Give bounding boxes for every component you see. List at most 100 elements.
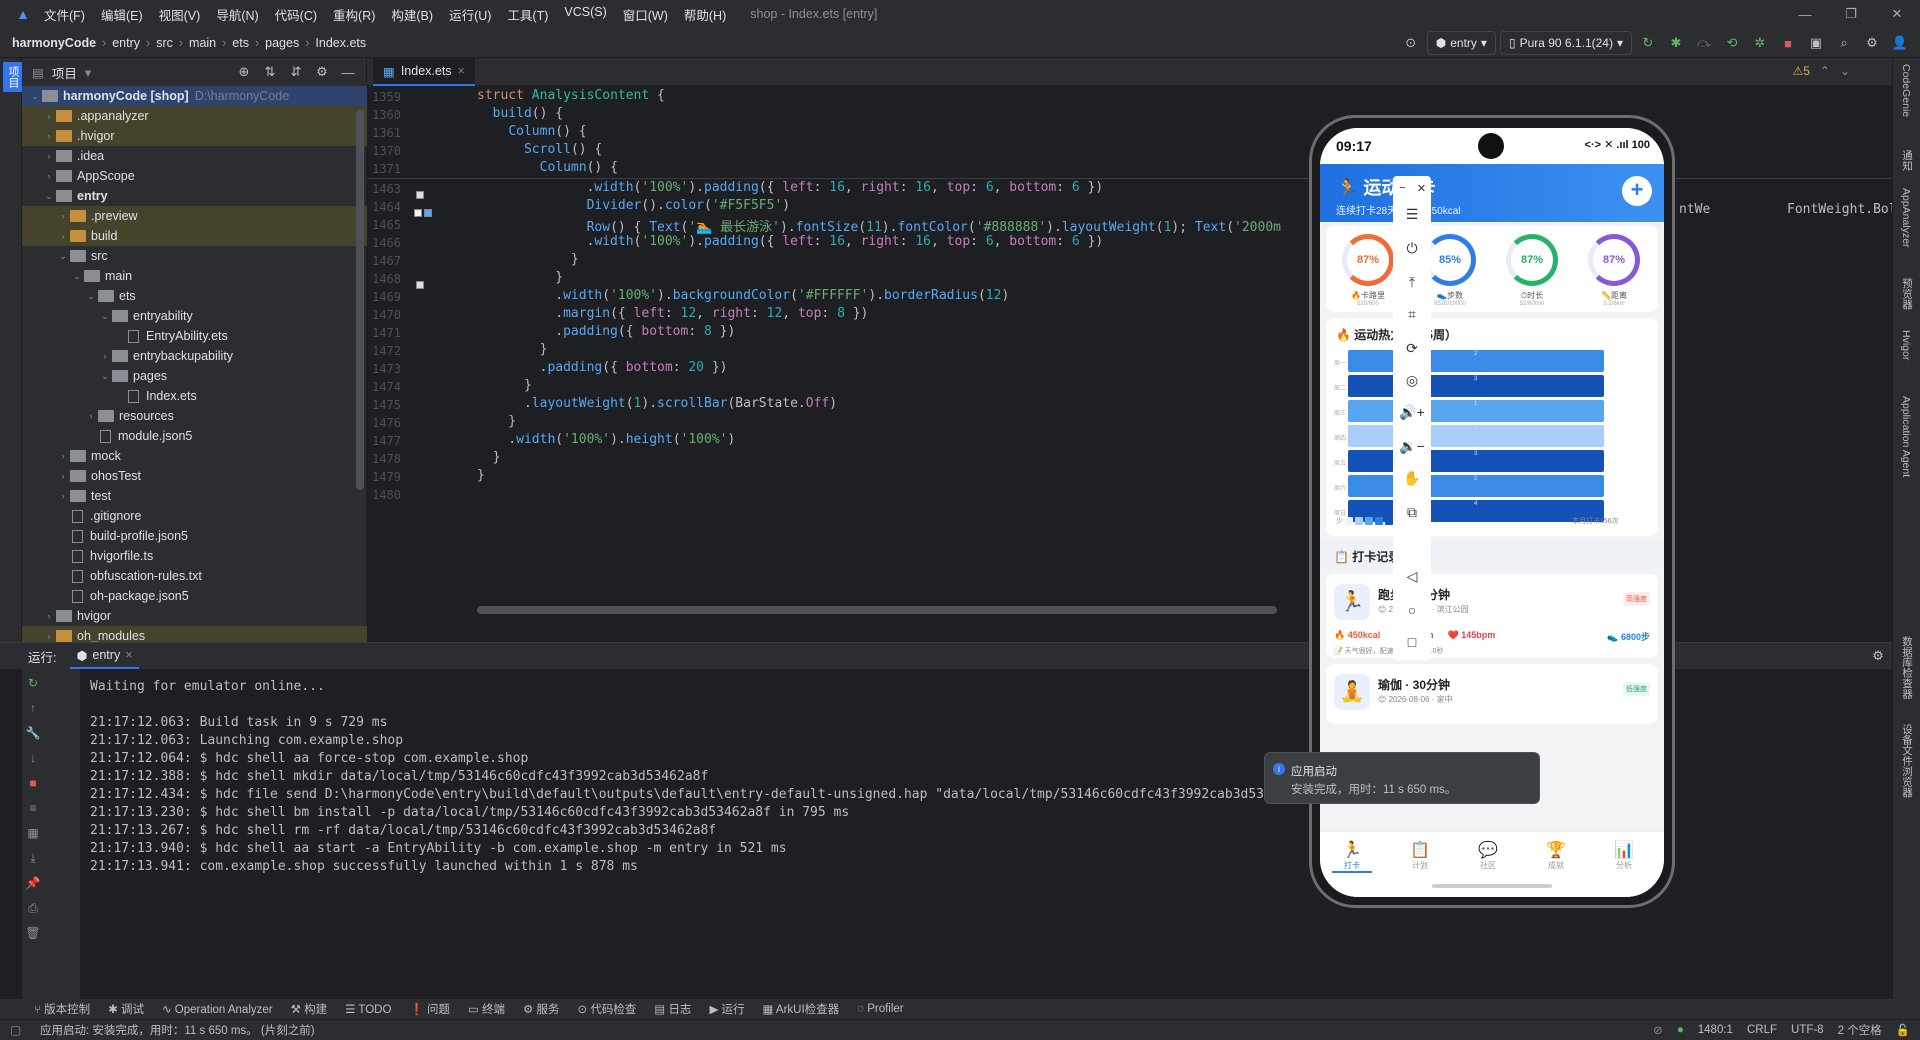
stop-icon[interactable]: ■ — [1776, 31, 1800, 55]
project-scrollbar[interactable] — [356, 110, 364, 490]
chevron-right-icon[interactable]: › — [56, 491, 70, 501]
home-indicator[interactable] — [1432, 884, 1552, 888]
tool-window-7[interactable]: ⚙ 服务 — [523, 1001, 560, 1017]
tool-window-12[interactable]: ◌ Profiler — [857, 1003, 903, 1015]
chevron-down-icon[interactable]: ⌄ — [84, 291, 98, 302]
tree-item[interactable]: › hvigor — [22, 606, 367, 626]
editor-tab-index[interactable]: ▦ Index.ets × — [373, 58, 475, 86]
emulator-tool-3[interactable]: ⏻ — [1393, 240, 1431, 257]
status-message[interactable]: 应用启动: 安装完成，用时：11 s 650 ms。 (片刻之前) — [40, 1022, 315, 1038]
account-icon[interactable]: 👤 — [1888, 31, 1912, 55]
tree-item[interactable]: obfuscation-rules.txt — [22, 566, 367, 586]
chevron-right-icon[interactable]: › — [56, 451, 70, 461]
emulator-tool-10[interactable]: ✋ — [1393, 470, 1431, 487]
tree-item[interactable]: ⌄ pages — [22, 366, 367, 386]
lock-icon[interactable]: ⊘ — [1653, 1023, 1663, 1037]
record-card[interactable]: 🧘 瑜伽 · 30分钟 😊 2026-08-06 · 家中 低强度 — [1326, 664, 1658, 724]
hide-icon[interactable]: — — [336, 60, 360, 84]
tree-item[interactable]: ⌄ entryability — [22, 306, 367, 326]
chevron-down-icon[interactable]: ⌄ — [1840, 64, 1850, 78]
rerun-icon[interactable]: ↻ — [22, 672, 44, 694]
chevron-down-icon[interactable]: ▾ — [85, 65, 91, 80]
tool-window-1[interactable]: ✱ 调试 — [108, 1001, 144, 1017]
tool-window-5[interactable]: ❗ 问题 — [409, 1001, 450, 1017]
code-editor[interactable]: 1359 struct AnalysisContent {1360 build()… — [367, 86, 1920, 642]
close-tab-icon[interactable]: × — [458, 64, 465, 78]
gear-icon[interactable]: ⚙ — [1860, 31, 1884, 55]
emulator-tool-0[interactable]: − — [1393, 182, 1412, 194]
emulator-tool-4[interactable]: ⤒ — [1393, 274, 1431, 291]
tool-device-file-explorer[interactable]: 设备文件浏览器 — [1900, 724, 1915, 798]
tree-item[interactable]: EntryAbility.ets — [22, 326, 367, 346]
menu-item[interactable]: 视图(V) — [151, 5, 209, 24]
editor-horizontal-scrollbar[interactable] — [477, 606, 1277, 614]
chevron-right-icon[interactable]: › — [42, 631, 56, 641]
menu-item[interactable]: 构建(B) — [383, 5, 441, 24]
menu-item[interactable]: 窗口(W) — [615, 5, 676, 24]
run-config-select[interactable]: ⬢ entry ▾ — [1426, 31, 1496, 55]
emulator-tool-9[interactable]: 🔉− — [1393, 438, 1431, 455]
debug-icon[interactable]: ✱ — [1664, 31, 1688, 55]
tree-item[interactable]: › .hvigor — [22, 126, 367, 146]
breadcrumb-item[interactable]: pages — [265, 36, 299, 50]
tree-item[interactable]: ⌄ harmonyCode [shop] D:\harmonyCode — [22, 86, 367, 106]
menu-item[interactable]: VCS(S) — [556, 5, 614, 24]
tool-codegenie[interactable]: CodeGenie — [1900, 64, 1912, 117]
emulator-tool-5[interactable]: ⌗ — [1393, 306, 1431, 323]
tool-window-3[interactable]: ⚒ 构建 — [291, 1001, 328, 1017]
notification-balloon[interactable]: i 应用启动 安装完成，用时：11 s 650 ms。 — [1264, 752, 1540, 804]
apply-changes-icon[interactable]: ⟲ — [1720, 31, 1744, 55]
tree-item[interactable]: › resources — [22, 406, 367, 426]
emulator-tool-2[interactable]: ☰ — [1393, 206, 1431, 223]
menu-item[interactable]: 代码(C) — [267, 5, 325, 24]
tool-window-11[interactable]: ▦ ArkUI检查器 — [762, 1001, 839, 1017]
tool-project[interactable]: 项目 — [3, 62, 23, 92]
device-manager-icon[interactable]: ▣ — [1804, 31, 1828, 55]
tree-item[interactable]: › .appanalyzer — [22, 106, 367, 126]
tool-window-8[interactable]: ⊙ 代码检查 — [578, 1001, 637, 1017]
tab-0[interactable]: 🏃 打卡 — [1332, 840, 1372, 873]
tab-3[interactable]: 🏆 成就 — [1536, 840, 1576, 871]
attach-debugger-icon[interactable]: ⤼ — [1692, 31, 1716, 55]
tree-item[interactable]: module.json5 — [22, 426, 367, 446]
lock-file-icon[interactable]: 🔓 — [1896, 1023, 1910, 1037]
tree-item[interactable]: › build — [22, 226, 367, 246]
tool-window-6[interactable]: ▭ 终端 — [468, 1001, 505, 1017]
stop-icon[interactable]: ■ — [22, 772, 44, 794]
tool-window-0[interactable]: ⑂ 版本控制 — [34, 1001, 90, 1017]
file-encoding[interactable]: UTF-8 — [1791, 1024, 1824, 1036]
minimize-icon[interactable]: — — [1782, 0, 1828, 28]
menu-item[interactable]: 重构(R) — [325, 5, 383, 24]
expand-all-icon[interactable]: ⇅ — [258, 60, 282, 84]
emulator-tool-6[interactable]: ⟳ — [1393, 340, 1431, 357]
tree-item[interactable]: ⌄ entry — [22, 186, 367, 206]
up-icon[interactable]: ↑ — [22, 697, 44, 719]
breadcrumb-item[interactable]: entry — [112, 36, 140, 50]
tool-notifications[interactable]: 通知 — [1900, 150, 1915, 171]
chevron-right-icon[interactable]: › — [42, 171, 56, 181]
chevron-right-icon[interactable]: › — [98, 351, 112, 361]
chevron-right-icon[interactable]: › — [84, 411, 98, 421]
breadcrumb-project[interactable]: harmonyCode — [12, 36, 96, 50]
close-tab-icon[interactable]: × — [125, 648, 132, 662]
record-card[interactable]: 🏃跑步 · 45分钟😊 2026-08-06 · 滨江公园高强度🔥 450kca… — [1326, 574, 1658, 658]
emulator-tool-12[interactable]: ◁ — [1393, 568, 1431, 585]
gear-icon[interactable]: ⚙ — [1866, 644, 1890, 668]
tool-window-10[interactable]: ▶ 运行 — [709, 1001, 744, 1017]
menu-item[interactable]: 文件(F) — [36, 5, 93, 24]
breadcrumb-item[interactable]: src — [156, 36, 173, 50]
search-icon[interactable]: ⌕ — [1832, 31, 1856, 55]
locate-icon[interactable]: ⊕ — [232, 60, 256, 84]
pin-icon[interactable]: 📌 — [22, 872, 44, 894]
tree-item[interactable]: ⌄ src — [22, 246, 367, 266]
scroll-end-icon[interactable]: ⤓ — [22, 847, 44, 869]
gear-icon[interactable]: ⚙ — [310, 60, 334, 84]
menu-item[interactable]: 帮助(H) — [676, 5, 734, 24]
emulator-tool-8[interactable]: 🔊+ — [1393, 404, 1431, 421]
down-icon[interactable]: ↓ — [22, 747, 44, 769]
tree-item[interactable]: › entrybackupability — [22, 346, 367, 366]
emulator-tool-7[interactable]: ◎ — [1393, 372, 1431, 389]
line-separator[interactable]: CRLF — [1747, 1024, 1777, 1036]
maximize-icon[interactable]: ❐ — [1828, 0, 1874, 28]
add-checkin-button[interactable]: + — [1622, 176, 1652, 206]
